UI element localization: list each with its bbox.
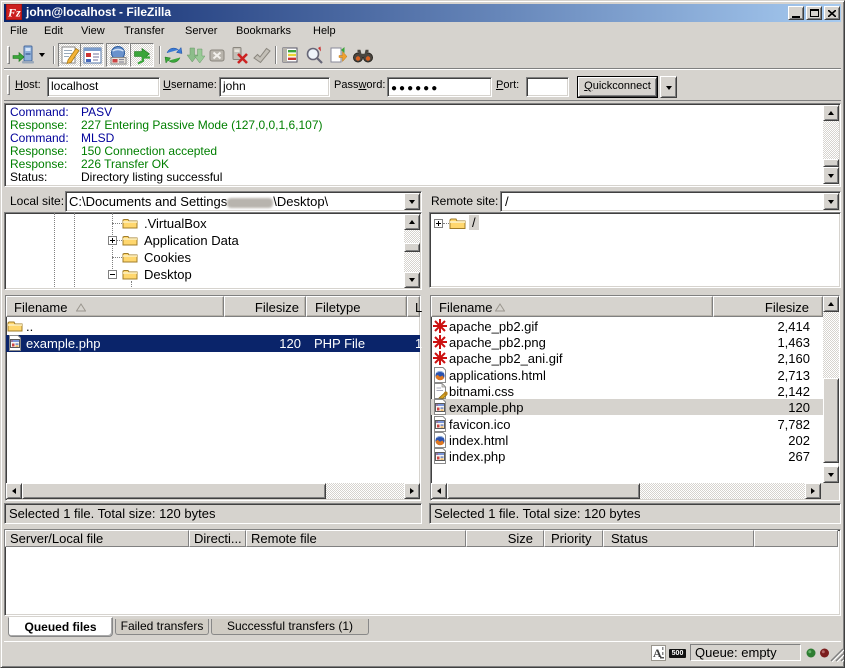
svg-text:Fz: Fz <box>7 6 21 20</box>
